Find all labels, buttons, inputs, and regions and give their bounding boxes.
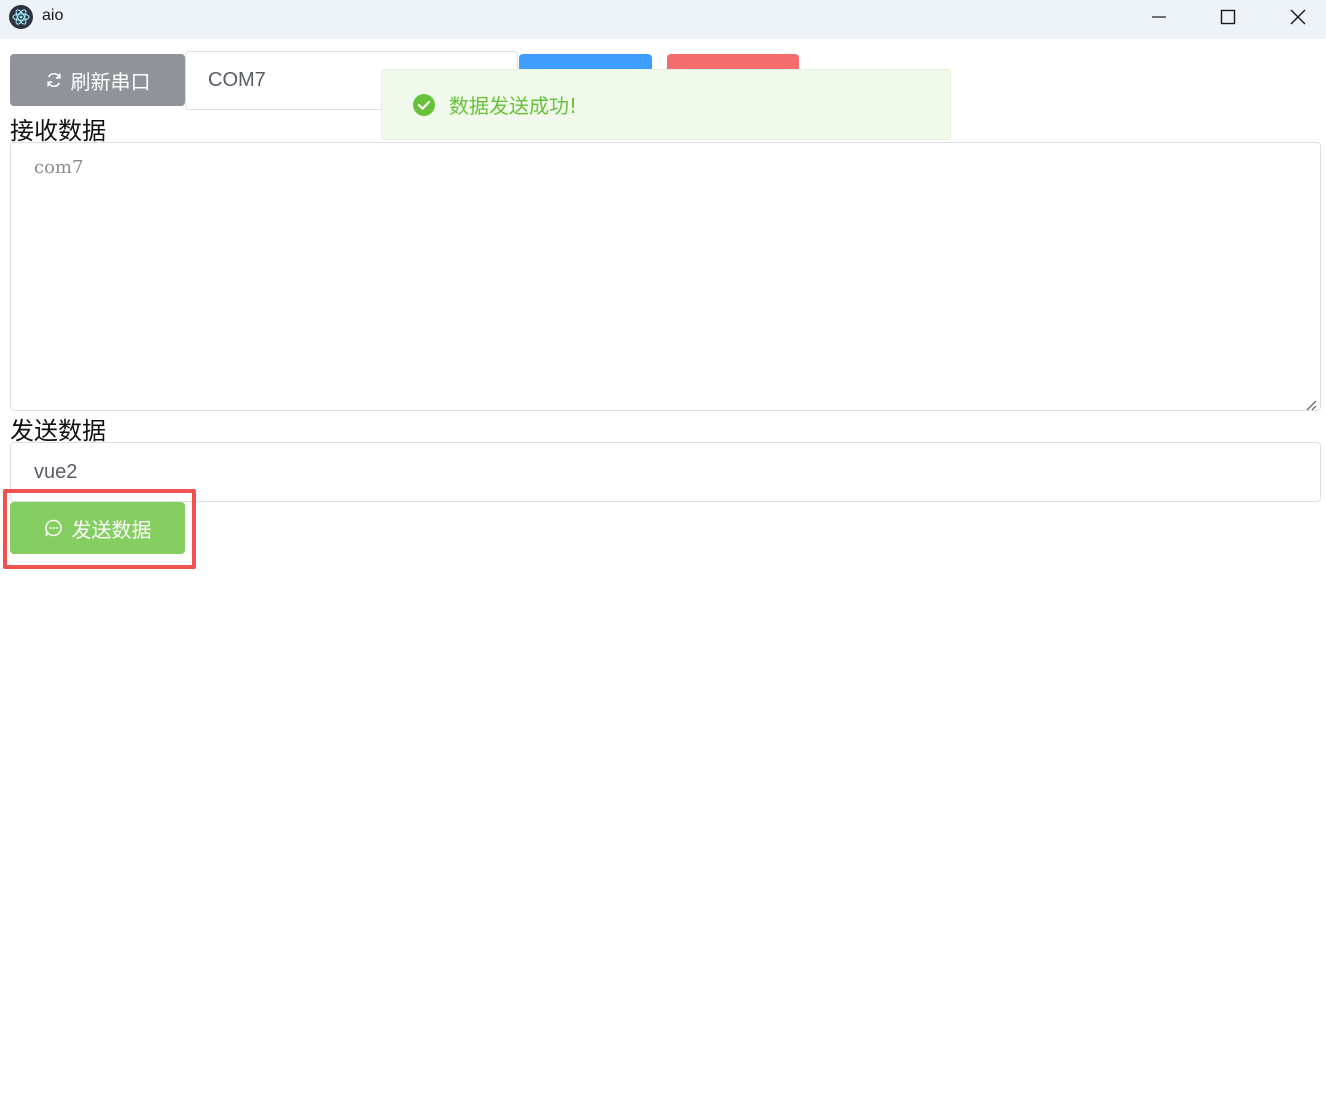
chat-bubble-icon (44, 518, 64, 538)
title-bar: aio (0, 0, 1326, 39)
refresh-ports-label: 刷新串口 (70, 69, 151, 94)
success-check-icon (413, 93, 435, 116)
minimize-icon (1152, 16, 1166, 18)
receive-data-textarea[interactable]: com7 (10, 142, 1321, 411)
window-title: aio (42, 7, 64, 24)
close-icon (1290, 9, 1306, 25)
minimize-button[interactable] (1124, 0, 1194, 34)
maximize-icon (1220, 9, 1236, 25)
send-data-value: vue2 (34, 460, 78, 483)
send-data-label: 发送数据 (10, 417, 106, 445)
port-select-value: COM7 (208, 69, 266, 91)
send-data-input[interactable]: vue2 (10, 442, 1321, 502)
toast-message: 数据发送成功! (449, 94, 578, 118)
receive-data-content: com7 (34, 157, 84, 178)
electron-logo-icon (9, 5, 33, 29)
refresh-ports-button[interactable]: 刷新串口 (10, 54, 185, 106)
close-button[interactable] (1263, 0, 1326, 34)
resize-handle-icon[interactable] (1305, 395, 1317, 411)
send-data-button[interactable]: 发送数据 (10, 502, 185, 554)
maximize-button[interactable] (1193, 0, 1263, 34)
receive-data-label: 接收数据 (10, 117, 106, 145)
success-toast: 数据发送成功! (381, 69, 951, 140)
send-data-button-label: 发送数据 (71, 517, 152, 542)
refresh-icon (45, 71, 63, 89)
